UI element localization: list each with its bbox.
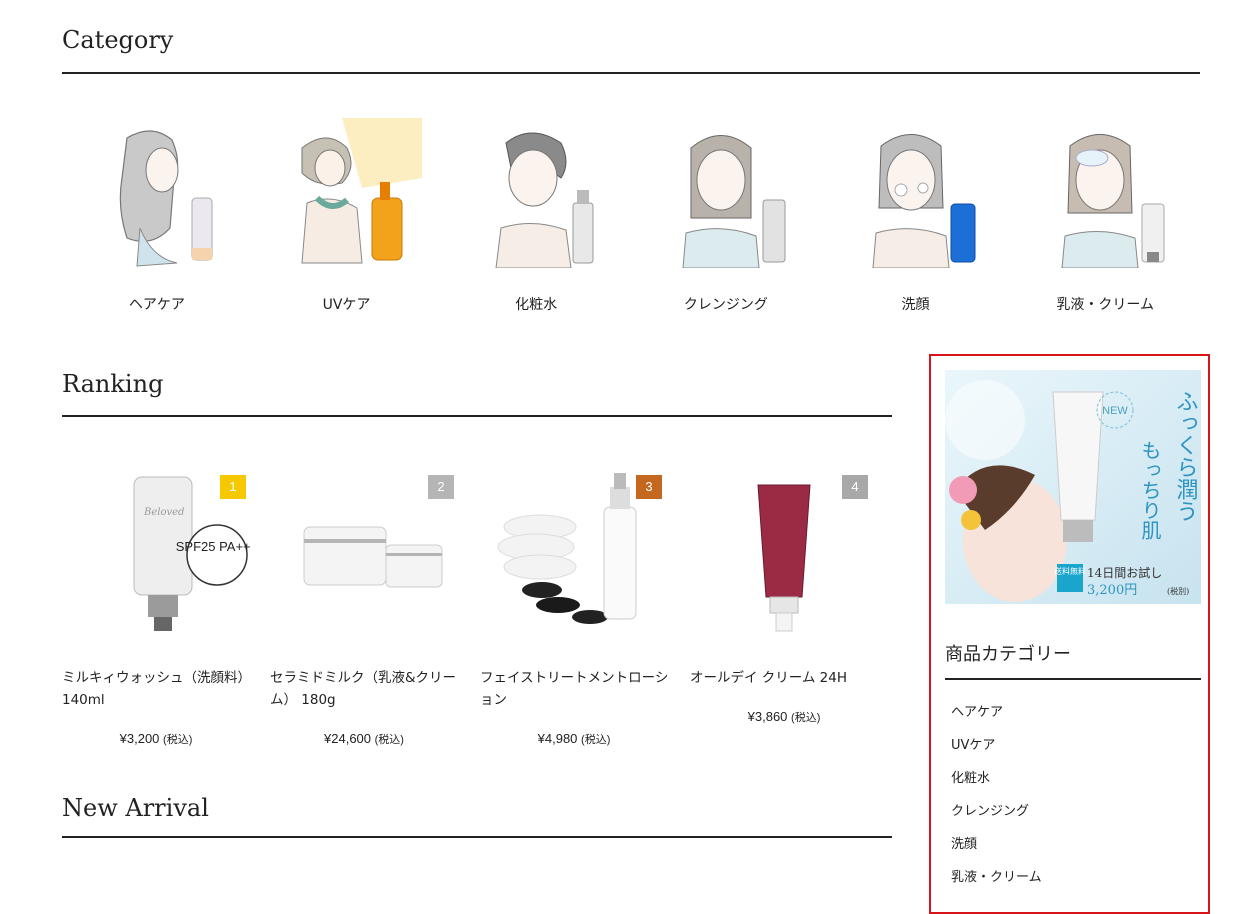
- category-title: Category: [62, 26, 174, 54]
- promo-banner[interactable]: NEW ふっくら潤う もっちり肌 送料無料 14日間お試し 3,200円 (税別…: [945, 370, 1201, 604]
- rank-badge: 4: [842, 475, 868, 499]
- rank-badge: 1: [220, 475, 246, 499]
- product-price: ¥3,860 (税込): [747, 709, 821, 724]
- category-rule: [62, 72, 1200, 74]
- banner-price: 3,200円: [1087, 583, 1137, 598]
- category-item-toner[interactable]: 化粧水: [441, 118, 631, 318]
- sidebar-item-milk-cream[interactable]: 乳液・クリーム: [951, 861, 1042, 894]
- hair-care-illustration-icon: [119, 130, 213, 267]
- sidebar-rule: [945, 678, 1201, 680]
- category-label: UVケア: [322, 297, 371, 313]
- ranking-list: Beloved SPF25 PA+++ 1 ミルキィウォッシュ（洗顔料） 140…: [62, 465, 892, 765]
- sidebar-item-uv-care[interactable]: UVケア: [951, 729, 1042, 762]
- sidebar-item-hair-care[interactable]: ヘアケア: [951, 696, 1042, 729]
- new-arrival-title: New Arrival: [62, 794, 209, 822]
- category-item-face-wash[interactable]: 洗顔: [821, 118, 1011, 318]
- sidebar-category-list: ヘアケア UVケア 化粧水 クレンジング 洗顔 乳液・クリーム: [951, 696, 1042, 894]
- product-price: ¥24,600 (税込): [324, 731, 404, 746]
- face-wash-illustration-icon: [872, 134, 976, 268]
- category-list: ヘアケア UVケア 化粧水 クレンジング 洗顔 乳液・クリーム: [62, 118, 1200, 318]
- banner-copy-2: もっちり肌: [1138, 440, 1162, 540]
- sidebar-category-title: 商品カテゴリー: [945, 644, 1071, 665]
- banner-trial: 14日間お試し: [1087, 565, 1162, 580]
- svg-text:Beloved: Beloved: [143, 507, 184, 518]
- product-price: ¥3,200 (税込): [119, 731, 193, 746]
- product-name: ミルキィウォッシュ（洗顔料） 140ml: [62, 670, 251, 708]
- category-label: 乳液・クリーム: [1056, 297, 1154, 313]
- product-name: セラミドミルク（乳液&クリーム） 180g: [270, 670, 457, 708]
- uv-care-illustration-icon: [300, 118, 422, 264]
- category-item-milk-cream[interactable]: 乳液・クリーム: [1010, 118, 1200, 318]
- category-item-cleansing[interactable]: クレンジング: [631, 118, 821, 318]
- category-item-hair-care[interactable]: ヘアケア: [62, 118, 252, 318]
- rank-badge: 2: [428, 475, 454, 499]
- sidebar-item-face-wash[interactable]: 洗顔: [951, 828, 1042, 861]
- product-price: ¥4,980 (税込): [537, 731, 611, 746]
- product-name: フェイストリートメントローション: [480, 670, 669, 708]
- product-spf-text: SPF25 PA+++: [176, 539, 250, 554]
- banner-free-shipping: 送料無料: [1054, 566, 1086, 576]
- sidebar-item-cleansing[interactable]: クレンジング: [951, 795, 1042, 828]
- banner-copy-1: ふっくら潤う: [1173, 390, 1199, 522]
- product-name: オールデイ クリーム 24H: [690, 670, 848, 686]
- new-arrival-rule: [62, 836, 892, 838]
- category-item-uv-care[interactable]: UVケア: [252, 118, 442, 318]
- sidebar: NEW ふっくら潤う もっちり肌 送料無料 14日間お試し 3,200円 (税別…: [929, 354, 1210, 914]
- ranking-rule: [62, 415, 892, 417]
- sidebar-item-toner[interactable]: 化粧水: [951, 762, 1042, 795]
- rank-badge: 3: [636, 475, 662, 499]
- category-label: 洗顔: [901, 297, 930, 313]
- category-label: クレンジング: [683, 297, 768, 313]
- category-label: 化粧水: [515, 297, 558, 313]
- banner-tax: (税別): [1167, 586, 1189, 596]
- milk-cream-illustration-icon: [1061, 134, 1165, 268]
- banner-new-badge: NEW: [1102, 405, 1128, 417]
- category-label: ヘアケア: [128, 297, 185, 313]
- toner-illustration-icon: [495, 132, 594, 268]
- ranking-title: Ranking: [62, 370, 164, 398]
- cleansing-illustration-icon: [682, 135, 786, 268]
